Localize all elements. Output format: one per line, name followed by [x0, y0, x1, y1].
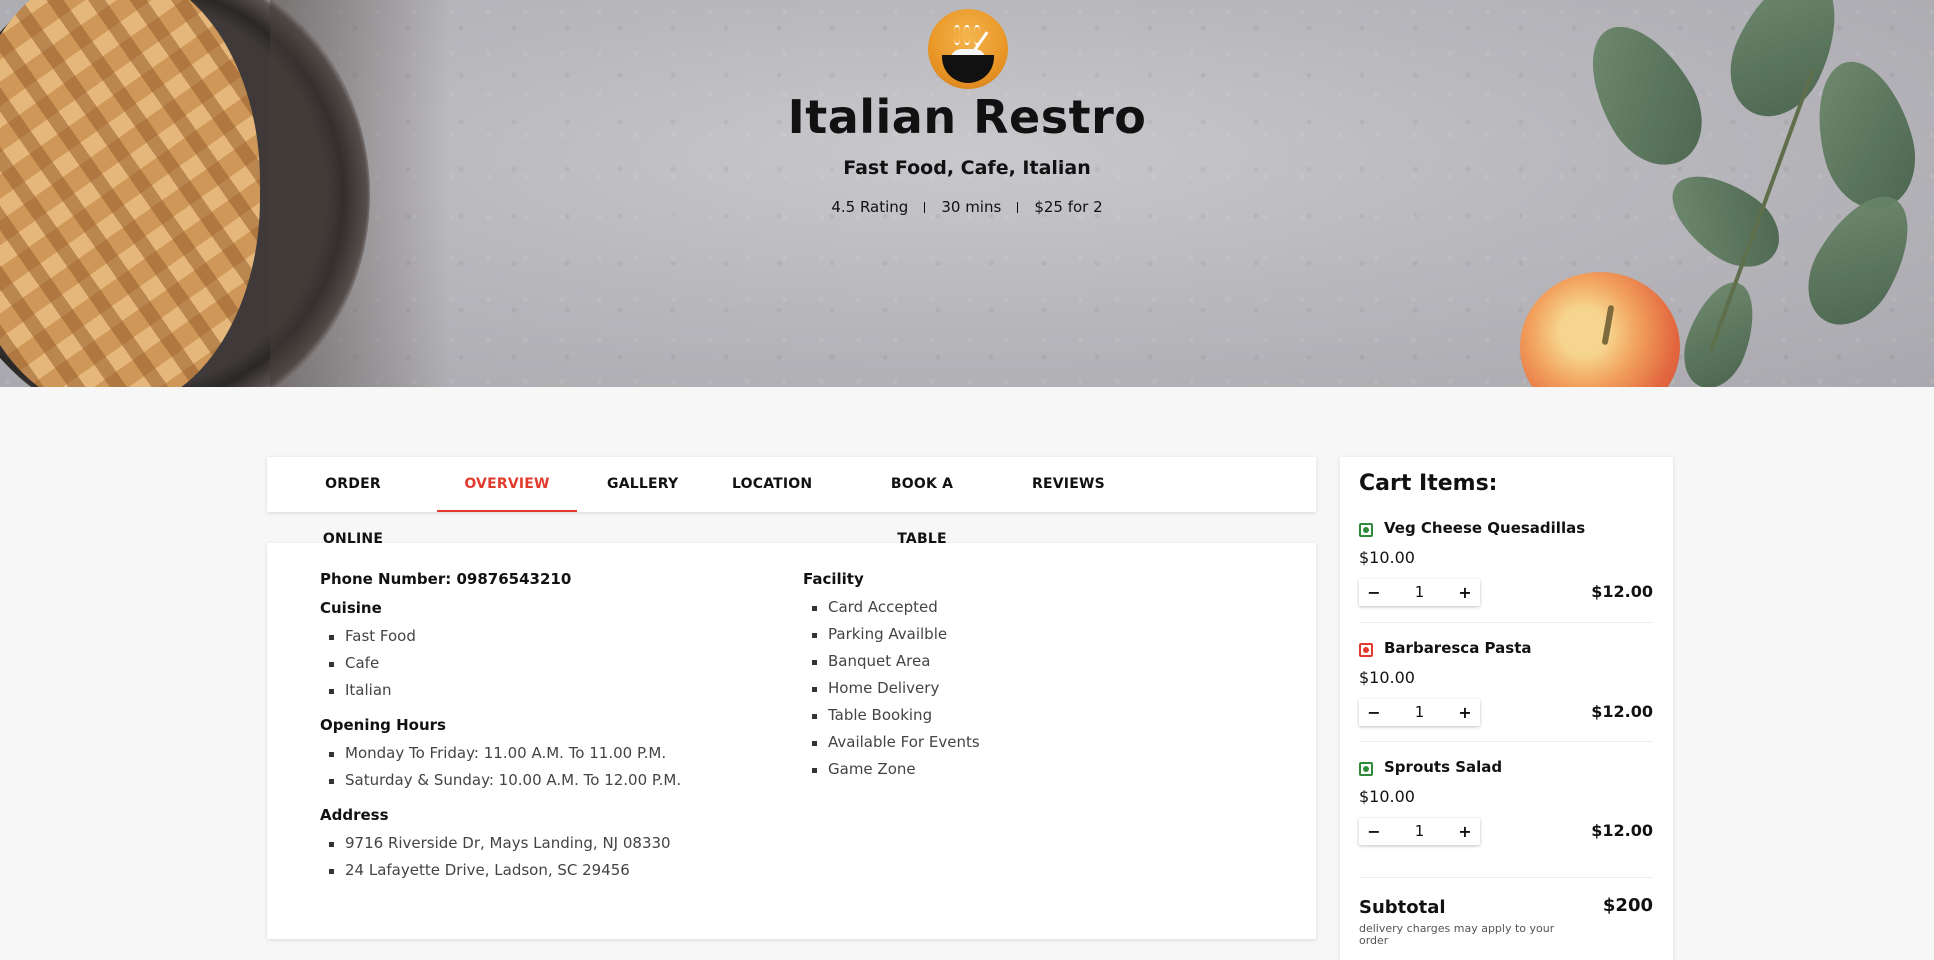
opening-hours-title: Opening Hours — [320, 716, 446, 734]
subtotal-value: $200 — [1602, 895, 1653, 916]
rating-text: 4.5 Rating — [831, 198, 909, 216]
tab-gallery[interactable]: GALLERY — [607, 457, 678, 512]
opening-hours-list: Monday To Friday: 11.00 A.M. To 11.00 P.… — [320, 740, 780, 794]
cart-item-total: $12.00 — [1591, 821, 1653, 840]
overview-right-column: Facility Card Accepted Parking Availble … — [803, 570, 1263, 795]
decrease-quantity-button[interactable]: − — [1359, 579, 1389, 606]
cart-panel: Cart Items: Veg Cheese Quesadillas $10.0… — [1340, 457, 1673, 960]
cart-item-name: Sprouts Salad — [1384, 758, 1503, 776]
list-item: Available For Events — [803, 729, 1263, 756]
cart-item: Barbaresca Pasta $10.00 − 1 + $12.00 — [1359, 637, 1653, 747]
address-title: Address — [320, 806, 389, 824]
cart-item-name: Veg Cheese Quesadillas — [1384, 519, 1586, 537]
divider — [1359, 877, 1653, 878]
cart-item: Sprouts Salad $10.00 − 1 + $12.00 — [1359, 756, 1653, 866]
facility-title: Facility — [803, 570, 864, 588]
restaurant-logo — [928, 9, 1008, 89]
cart-item-price: $10.00 — [1359, 787, 1415, 806]
cart-item-price: $10.00 — [1359, 548, 1415, 567]
restaurant-tabs: ORDER ONLINE OVERVIEW GALLERY LOCATION B… — [267, 457, 1316, 547]
overview-left-column: Phone Number: 09876543210 Cuisine Fast F… — [320, 570, 780, 896]
list-item: Cafe — [320, 650, 780, 677]
pie-crust-image — [0, 0, 260, 387]
tab-reviews[interactable]: REVIEWS — [1032, 457, 1105, 512]
cart-title: Cart Items: — [1359, 471, 1498, 496]
meta-separator — [1017, 202, 1019, 213]
list-item: 24 Lafayette Drive, Ladson, SC 29456 — [320, 857, 780, 884]
restaurant-meta: 4.5 Rating 30 mins $25 for 2 — [0, 198, 1934, 216]
veg-icon — [1359, 523, 1373, 537]
list-item: Saturday & Sunday: 10.00 A.M. To 12.00 P… — [320, 767, 780, 794]
increase-quantity-button[interactable]: + — [1450, 818, 1480, 845]
cuisine-list: Fast Food Cafe Italian — [320, 623, 780, 704]
list-item: Game Zone — [803, 756, 1263, 783]
increase-quantity-button[interactable]: + — [1450, 579, 1480, 606]
cart-item-name: Barbaresca Pasta — [1384, 639, 1532, 657]
cart-item: Veg Cheese Quesadillas $10.00 − 1 + $12.… — [1359, 517, 1653, 627]
delivery-time-text: 30 mins — [941, 198, 1002, 216]
address-list: 9716 Riverside Dr, Mays Landing, NJ 0833… — [320, 830, 780, 884]
cart-item-price: $10.00 — [1359, 668, 1415, 687]
steam-icon — [954, 25, 960, 45]
cart-item-total: $12.00 — [1591, 582, 1653, 601]
subtotal-label: Subtotal — [1359, 897, 1446, 918]
phone-number: Phone Number: 09876543210 — [320, 570, 572, 588]
list-item: Banquet Area — [803, 648, 1263, 675]
tab-location[interactable]: LOCATION — [732, 457, 812, 512]
bowl-icon — [942, 55, 994, 83]
divider — [1359, 622, 1653, 623]
list-item: Card Accepted — [803, 594, 1263, 621]
list-item: Table Booking — [803, 702, 1263, 729]
decrease-quantity-button[interactable]: − — [1359, 699, 1389, 726]
cuisine-title: Cuisine — [320, 599, 382, 617]
non-veg-icon — [1359, 643, 1373, 657]
list-item: 9716 Riverside Dr, Mays Landing, NJ 0833… — [320, 830, 780, 857]
list-item: Fast Food — [320, 623, 780, 650]
pie-shadow — [270, 0, 450, 387]
list-item: Home Delivery — [803, 675, 1263, 702]
cost-for-two-text: $25 for 2 — [1034, 198, 1103, 216]
restaurant-cuisines: Fast Food, Cafe, Italian — [843, 157, 1091, 179]
facility-list: Card Accepted Parking Availble Banquet A… — [803, 594, 1263, 783]
overview-panel: Phone Number: 09876543210 Cuisine Fast F… — [267, 543, 1316, 939]
tab-book-a-table[interactable]: BOOK A TABLE — [867, 457, 977, 547]
meta-separator — [924, 202, 926, 213]
decrease-quantity-button[interactable]: − — [1359, 818, 1389, 845]
veg-icon — [1359, 762, 1373, 776]
list-item: Parking Availble — [803, 621, 1263, 648]
restaurant-name: Italian Restro — [787, 90, 1147, 144]
list-item: Italian — [320, 677, 780, 704]
tab-overview[interactable]: OVERVIEW — [437, 457, 577, 512]
tab-order-online[interactable]: ORDER ONLINE — [297, 457, 409, 547]
quantity-value: 1 — [1414, 583, 1425, 601]
quantity-stepper: − 1 + — [1359, 579, 1480, 606]
delivery-charges-note: delivery charges may apply to your order — [1359, 922, 1555, 947]
quantity-stepper: − 1 + — [1359, 699, 1480, 726]
cart-item-total: $12.00 — [1591, 702, 1653, 721]
hero-banner: Italian Restro Fast Food, Cafe, Italian … — [0, 0, 1934, 387]
divider — [1359, 741, 1653, 742]
list-item: Monday To Friday: 11.00 A.M. To 11.00 P.… — [320, 740, 780, 767]
increase-quantity-button[interactable]: + — [1450, 699, 1480, 726]
quantity-value: 1 — [1414, 703, 1425, 721]
quantity-value: 1 — [1414, 822, 1425, 840]
steam-icon — [964, 25, 970, 45]
quantity-stepper: − 1 + — [1359, 818, 1480, 845]
